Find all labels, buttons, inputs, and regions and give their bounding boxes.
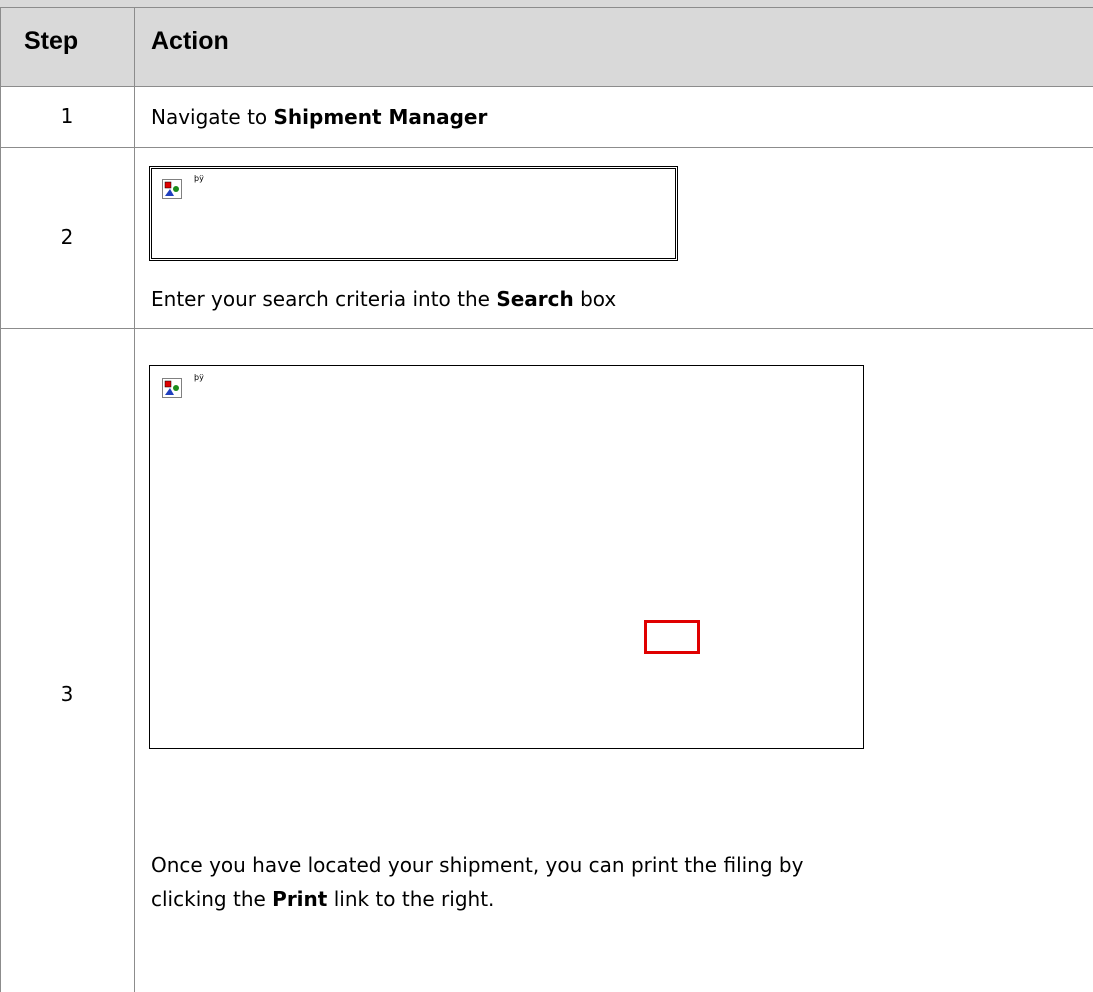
search-label: Search [496, 287, 574, 311]
print-label: Print [272, 887, 328, 911]
step-column-header: Step [24, 27, 79, 55]
header-bottom-border [0, 86, 1093, 87]
row-1-bottom-border [0, 147, 1093, 148]
step-2-instruction: Enter your search criteria into the Sear… [151, 282, 616, 316]
step-number: 1 [60, 104, 74, 128]
step-1-instruction: Navigate to Shipment Manager [151, 100, 487, 134]
print-link-highlight [644, 620, 700, 654]
broken-image-icon [162, 378, 182, 398]
table-header-row: Step Action [0, 0, 1093, 86]
instruction-text: link to the right. [327, 887, 495, 911]
image-alt-text: þÿ [194, 373, 204, 382]
instruction-text: clicking the [151, 887, 273, 911]
step-3-instruction: Once you have located your shipment, you… [151, 848, 803, 916]
broken-image-icon [162, 179, 182, 199]
step-number: 3 [60, 682, 74, 706]
instruction-text: Once you have located your shipment, you… [151, 853, 804, 877]
instruction-text: Navigate to [151, 105, 274, 129]
instruction-text: Enter your search criteria into the [151, 287, 497, 311]
instruction-text: box [573, 287, 617, 311]
instruction-text-line-2: clicking the Print link to the right. [151, 882, 803, 916]
row-2-bottom-border [0, 328, 1093, 329]
shipment-list-screenshot: þÿ [149, 365, 864, 749]
step-number: 2 [60, 225, 74, 249]
shipment-manager-label: Shipment Manager [273, 105, 488, 129]
action-column-header: Action [151, 27, 229, 55]
procedure-table: Step Action 1 Navigate to Shipment Manag… [0, 0, 1093, 992]
table-top-border [0, 7, 1093, 8]
column-divider [134, 7, 135, 992]
table-left-border [0, 7, 1, 992]
image-alt-text: þÿ [194, 174, 204, 183]
search-box-screenshot: þÿ [149, 166, 678, 261]
